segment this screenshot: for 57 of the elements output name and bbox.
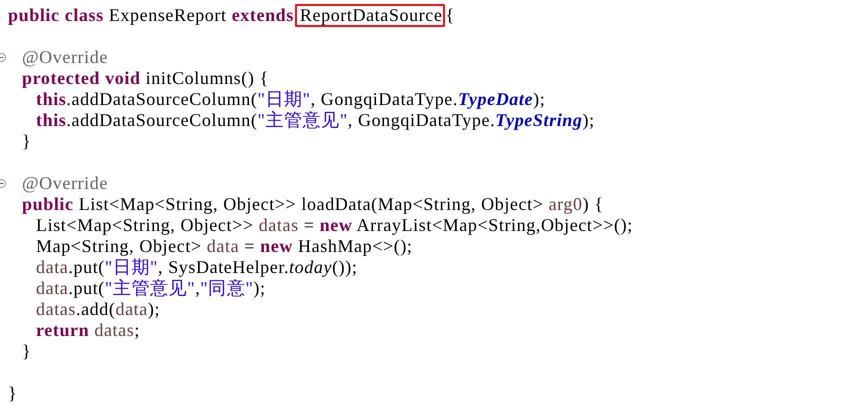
code-text: } [22, 341, 32, 362]
string-literal: "同意" [200, 278, 254, 299]
code-text: .put( [68, 257, 105, 278]
code-text: ; [134, 320, 140, 341]
keyword: return [36, 320, 90, 341]
keyword: protected void [22, 68, 141, 89]
string-literal: "主管意见" [257, 110, 348, 131]
variable-name: data [36, 257, 68, 278]
code-text: } [8, 383, 18, 404]
variable-name: data [36, 278, 68, 299]
code-text: = [243, 236, 256, 257]
variable-name: data [206, 236, 240, 257]
code-text: ); [582, 110, 595, 131]
keyword: public class [8, 5, 104, 26]
code-text: ExpenseReport [108, 5, 228, 26]
keyword: this [36, 110, 66, 131]
code-text: .add( [76, 299, 116, 320]
code-text: ); [148, 299, 160, 320]
code-text: HashMap<>(); [297, 236, 413, 257]
code-text: initColumns() { [144, 68, 269, 89]
code-text: .addDataSourceColumn( [66, 89, 258, 110]
keyword: new [260, 236, 293, 257]
constant-name: TypeDate [458, 89, 534, 110]
annotation: @Override [22, 173, 108, 194]
string-literal: "主管意见" [104, 278, 196, 299]
annotation: @Override [22, 47, 108, 68]
string-literal: "日期" [257, 89, 311, 110]
code-text: ) { [582, 194, 604, 215]
code-text: .addDataSourceColumn( [66, 110, 258, 131]
code-text: .put( [68, 278, 105, 299]
code-text: Map<String, Object> [36, 236, 203, 257]
code-text: } [22, 131, 32, 152]
code-text: = [302, 215, 316, 236]
code-text: ArrayList<Map<String,Object>>(); [356, 215, 633, 236]
code-text: , GongqiDataType. [348, 110, 496, 131]
variable-name: data [115, 299, 148, 320]
constant-name: TypeString [495, 110, 583, 131]
code-text: { [445, 5, 455, 26]
code-text: , GongqiDataType. [310, 89, 458, 110]
variable-name: datas [93, 320, 134, 341]
keyword: extends [232, 5, 294, 26]
variable-name: datas [36, 299, 76, 320]
code-text: , [195, 278, 200, 299]
keyword: public [22, 194, 74, 215]
code-text: , SysDateHelper. [158, 257, 290, 278]
code-text: List<Map<String, Object>> [36, 215, 255, 236]
code-text: List<Map<String, Object>> loadData(Map<String, Object> [78, 194, 544, 215]
keyword: new [320, 215, 352, 236]
string-literal: "日期" [104, 257, 158, 278]
method-name: today [289, 257, 332, 278]
code-text: ); [533, 89, 546, 110]
highlighted-class-name: ReportDataSource [294, 4, 446, 27]
variable-name: arg0 [548, 194, 583, 215]
code-text: ); [253, 278, 266, 299]
keyword: this [36, 89, 66, 110]
code-text: ()); [332, 257, 358, 278]
variable-name: datas [258, 215, 299, 236]
